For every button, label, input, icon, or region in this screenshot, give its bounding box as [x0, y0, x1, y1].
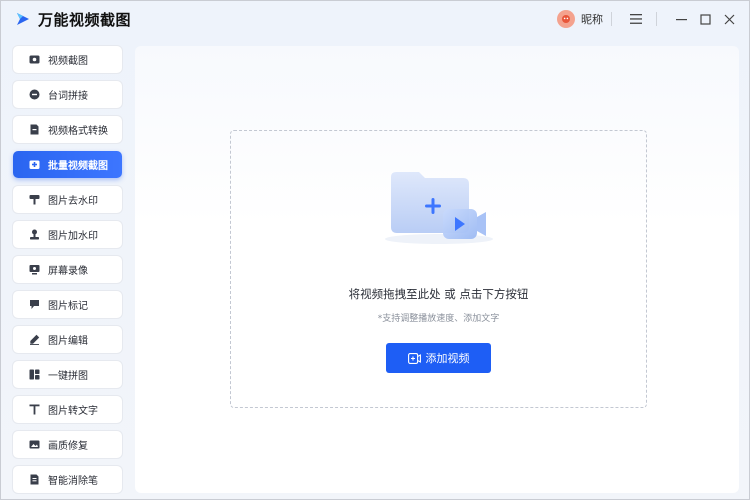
remove-watermark-icon	[29, 194, 40, 205]
add-video-icon	[407, 352, 421, 364]
sidebar-item-image-mark[interactable]: 图片标记	[13, 291, 122, 318]
sidebar: 视频截图 台词拼接 视频格式转换 批量视频截图 图片去水印 图片加水印 屏幕录像…	[1, 37, 131, 500]
sidebar-item-label: 图片编辑	[48, 336, 88, 347]
add-video-label: 添加视频	[425, 353, 470, 365]
sidebar-item-label: 屏幕录像	[48, 266, 88, 277]
sidebar-item-label: 图片加水印	[48, 231, 98, 242]
sidebar-item-label: 画质修复	[48, 441, 88, 452]
text-icon	[29, 404, 40, 415]
subtitle-stitch-icon	[29, 89, 40, 100]
sidebar-item-label: 图片去水印	[48, 196, 98, 207]
image-repair-icon	[29, 439, 40, 450]
add-video-button[interactable]: 添加视频	[386, 343, 491, 373]
sidebar-item-smart-eraser[interactable]: 智能消除笔	[13, 466, 122, 493]
image-mark-icon	[29, 299, 40, 310]
sidebar-item-label: 视频截图	[48, 56, 88, 67]
sidebar-item-subtitle-stitch[interactable]: 台词拼接	[13, 81, 122, 108]
sidebar-item-label: 视频格式转换	[48, 126, 108, 137]
folder-video-icon	[385, 172, 493, 244]
menu-button[interactable]	[626, 9, 646, 29]
main-panel: 将视频拖拽至此处 或 点击下方按钮 *支持调整播放速度、添加文字 添加视频	[135, 46, 739, 493]
app-window: 万能视频截图 昵称 视频截图 台词拼接 视频格式转换 批量视频截图 图片去水印 …	[0, 0, 750, 500]
minimize-icon	[675, 18, 687, 20]
sidebar-item-add-watermark[interactable]: 图片加水印	[13, 221, 122, 248]
video-drop-zone[interactable]: 将视频拖拽至此处 或 点击下方按钮 *支持调整播放速度、添加文字 添加视频	[230, 130, 647, 408]
sidebar-item-label: 图片标记	[48, 301, 88, 312]
sidebar-item-video-screenshot[interactable]: 视频截图	[13, 46, 122, 73]
sidebar-item-image-repair[interactable]: 画质修复	[13, 431, 122, 458]
collage-icon	[29, 369, 40, 380]
sidebar-item-label: 智能消除笔	[48, 476, 98, 487]
sidebar-item-label: 批量视频截图	[48, 161, 108, 172]
hamburger-icon	[630, 14, 642, 24]
app-title: 万能视频截图	[38, 11, 132, 29]
drop-zone-title: 将视频拖拽至此处 或 点击下方按钮	[348, 287, 529, 301]
user-nickname[interactable]: 昵称	[581, 11, 603, 27]
sidebar-item-label: 一键拼图	[48, 371, 88, 382]
batch-screenshot-icon	[29, 159, 40, 170]
app-logo-icon	[17, 13, 29, 25]
avatar[interactable]	[557, 10, 575, 28]
title-bar: 万能视频截图 昵称	[1, 1, 749, 37]
sidebar-item-image-to-text[interactable]: 图片转文字	[13, 396, 122, 423]
user-avatar-icon	[562, 15, 570, 23]
sidebar-item-label: 图片转文字	[48, 406, 98, 417]
format-convert-icon	[29, 124, 40, 135]
sidebar-item-collage[interactable]: 一键拼图	[13, 361, 122, 388]
sidebar-item-image-edit[interactable]: 图片编辑	[13, 326, 122, 353]
image-edit-icon	[29, 334, 40, 345]
sidebar-item-format-convert[interactable]: 视频格式转换	[13, 116, 122, 143]
drop-zone-hint: *支持调整播放速度、添加文字	[377, 314, 500, 324]
titlebar-divider	[611, 12, 612, 26]
close-icon	[724, 14, 734, 24]
close-button[interactable]	[719, 9, 739, 29]
screen-record-icon	[29, 264, 40, 275]
video-screenshot-icon	[29, 54, 40, 65]
titlebar-divider-2	[656, 12, 657, 26]
add-watermark-icon	[29, 229, 40, 240]
eraser-icon	[29, 474, 40, 485]
sidebar-item-remove-watermark[interactable]: 图片去水印	[13, 186, 122, 213]
maximize-icon	[699, 13, 711, 25]
sidebar-item-label: 台词拼接	[48, 91, 88, 102]
sidebar-item-batch-screenshot[interactable]: 批量视频截图	[13, 151, 122, 178]
maximize-button[interactable]	[695, 9, 715, 29]
sidebar-item-screen-record[interactable]: 屏幕录像	[13, 256, 122, 283]
minimize-button[interactable]	[671, 9, 691, 29]
